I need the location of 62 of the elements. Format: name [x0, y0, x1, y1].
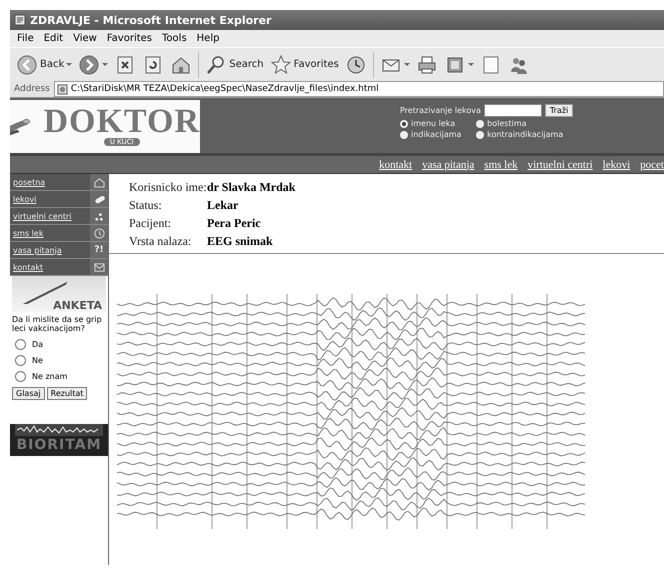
radio-button[interactable]	[15, 338, 26, 350]
ie-page-icon	[14, 14, 26, 26]
radio-label: indikacijama	[411, 130, 462, 139]
banner-title: BIORITAM	[16, 436, 102, 454]
info-label: Vrsta nalaza:	[129, 234, 192, 249]
sidebar-icon-text: ?!	[94, 245, 104, 255]
sidebar-link[interactable]: vasa pitanja	[10, 242, 90, 258]
poll-option-label: Ne znam	[32, 372, 68, 380]
envelope-icon	[94, 262, 104, 272]
menu-item[interactable]: Help	[194, 33, 222, 44]
nav-link[interactable]: virtuelni centri	[528, 158, 593, 170]
clock-icon	[94, 228, 104, 238]
info-label: Status:	[129, 198, 163, 213]
radio-label: kontraindikacijama	[487, 130, 564, 139]
wave-icon	[15, 424, 103, 436]
info-value: EEG snimak	[207, 234, 273, 249]
back-button[interactable]: Back	[14, 52, 74, 76]
home-icon	[94, 176, 104, 188]
page-icon	[56, 84, 68, 94]
dots-icon	[94, 210, 104, 222]
window-title: ZDRAVLJE - Microsoft Internet Explorer	[30, 14, 272, 26]
search-field[interactable]	[484, 104, 542, 117]
nav-link[interactable]: pocet	[640, 158, 664, 170]
menu-item[interactable]: View	[70, 33, 100, 44]
poll-option-label: Ne	[32, 356, 43, 364]
radio-button[interactable]	[400, 130, 408, 138]
search-button[interactable]: Traži	[544, 104, 574, 117]
poll-option-label: Da	[32, 340, 44, 348]
info-value: Lekar	[207, 198, 238, 213]
nav-link[interactable]: sms lek	[484, 158, 518, 170]
pill-icon	[94, 194, 104, 204]
menu-item[interactable]: Favorites	[104, 33, 156, 44]
menu-item[interactable]: Edit	[40, 33, 66, 44]
search-label: Pretrazivanje lekova	[400, 106, 481, 115]
nav-link[interactable]: kontakt	[379, 158, 412, 170]
menu-item[interactable]: Tools	[159, 33, 190, 44]
radio-button[interactable]	[15, 354, 26, 366]
radio-label: imenu leka	[411, 119, 456, 128]
nav-link[interactable]: lekovi	[602, 158, 630, 170]
star-icon	[270, 54, 292, 76]
address-field[interactable]: C:\StariDisk\MR TEZA\Dekica\eegSpec\NaseZdravlje_files\index.html	[54, 81, 664, 97]
info-label: Korisnicko ime:	[129, 180, 207, 195]
address-label: Address	[14, 84, 50, 94]
vote-button[interactable]: Glasaj	[12, 387, 45, 400]
search-button[interactable]: Search	[203, 52, 266, 76]
poll-title: ANKETA	[53, 299, 102, 312]
info-value: dr Slavka Mrdak	[207, 180, 296, 195]
results-button[interactable]: Rezultat	[46, 387, 88, 400]
nav-link[interactable]: vasa pitanja	[422, 158, 474, 170]
logo-title: DOKTOR	[43, 107, 200, 137]
clock-icon	[344, 54, 367, 76]
radio-button[interactable]	[476, 130, 484, 138]
menu-item[interactable]: File	[14, 33, 37, 44]
radio-button[interactable]	[476, 120, 484, 128]
radio-button[interactable]	[15, 370, 26, 382]
poll-question: Da li mislite da se grip leci vakcinacijom?	[12, 315, 102, 333]
radio-label: bolestima	[487, 119, 527, 128]
favorites-button[interactable]: Favorites	[268, 52, 341, 76]
info-value: Pera Peric	[207, 216, 261, 231]
bioritam-banner[interactable]: BIORITAM	[10, 424, 108, 456]
info-label: Pacijent:	[129, 216, 172, 231]
printer-icon	[416, 54, 438, 76]
